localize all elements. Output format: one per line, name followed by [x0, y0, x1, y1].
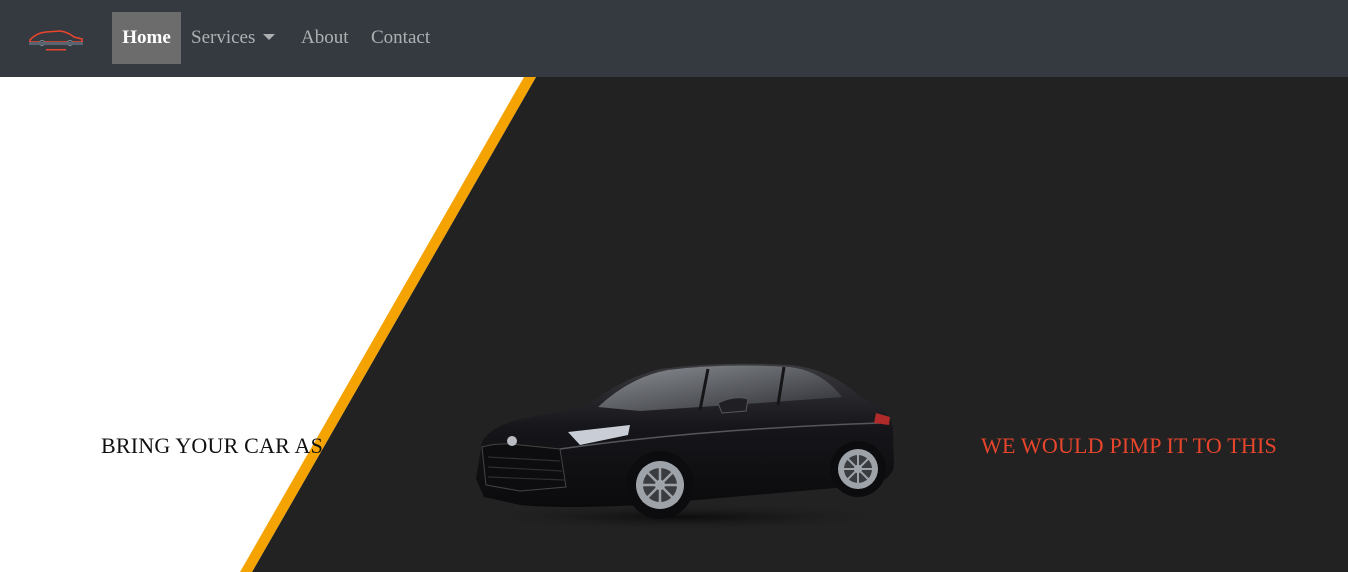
- navbar: Home Services About Contact: [0, 0, 1348, 77]
- nav-services-dropdown[interactable]: Services: [191, 12, 276, 64]
- hero-background: [240, 77, 1348, 572]
- nav-home-label: Home: [122, 27, 171, 48]
- caret-down-icon: [263, 34, 276, 40]
- brand-logo[interactable]: [26, 24, 86, 54]
- nav-contact[interactable]: Contact: [371, 12, 430, 64]
- nav-contact-label: Contact: [371, 27, 431, 48]
- nav-home[interactable]: Home: [112, 12, 181, 64]
- nav-about-label: About: [301, 27, 349, 48]
- right-caption: WE WOULD PIMP IT TO THIS: [981, 433, 1277, 458]
- car-logo-icon: [29, 30, 83, 51]
- dark-panel: [252, 77, 1348, 572]
- left-caption: BRING YOUR CAR AS: [101, 433, 324, 458]
- hero-section: BRING YOUR CAR AS WE WOULD PIMP IT TO TH…: [0, 77, 1348, 572]
- nav-about[interactable]: About: [301, 12, 349, 64]
- nav-services-label: Services: [191, 27, 256, 48]
